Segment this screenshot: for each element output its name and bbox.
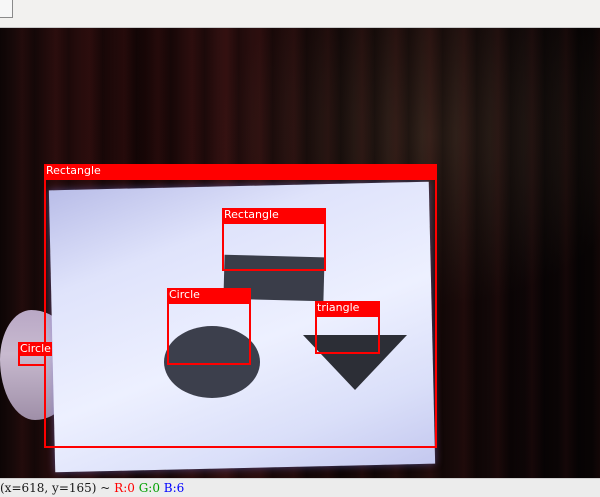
detection-box-rectangle <box>222 222 326 271</box>
detection-label-triangle: triangle <box>315 301 380 316</box>
detection-label-rectangle: Rectangle <box>222 208 326 223</box>
detection-box-triangle <box>315 315 380 354</box>
cursor-coordinates: (x=618, y=165) ~ <box>0 481 111 495</box>
detection-label-paper: Rectangle <box>44 164 437 179</box>
image-viewport[interactable]: Rectangle Rectangle Circle triangle Circ… <box>0 28 600 478</box>
pixel-green-value: G:0 <box>138 481 160 495</box>
status-bar: (x=618, y=165) ~ R:0 G:0 B:6 <box>0 478 600 497</box>
pixel-red-value: R:0 <box>114 481 135 495</box>
detection-label-circle: Circle <box>167 288 251 303</box>
detection-box-circle <box>167 302 251 365</box>
detection-label-circle-small: Circle <box>18 342 52 356</box>
toolbar-button[interactable] <box>0 0 13 18</box>
pixel-blue-value: B:6 <box>163 481 185 495</box>
toolbar <box>0 0 600 28</box>
